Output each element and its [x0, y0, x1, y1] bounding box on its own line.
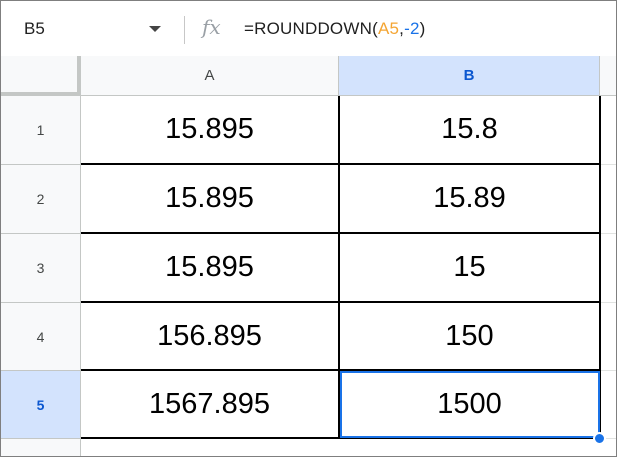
column-header-a[interactable]: A — [81, 56, 339, 96]
function-icon: fx — [202, 15, 221, 39]
cell-a5[interactable]: 1567.895 — [81, 371, 340, 439]
row-header-2[interactable]: 2 — [1, 165, 81, 234]
name-box[interactable]: B5 — [1, 1, 177, 56]
cell-a2[interactable]: 15.895 — [81, 165, 340, 234]
cell-c3[interactable] — [601, 234, 616, 303]
formula-suffix: ) — [419, 19, 426, 38]
formula-bar-divider — [184, 16, 185, 44]
name-box-value: B5 — [24, 19, 45, 38]
cell-b3[interactable]: 15 — [340, 234, 601, 303]
cell-c4[interactable] — [601, 303, 616, 371]
cell-c5[interactable] — [601, 371, 616, 439]
cell-c2[interactable] — [601, 165, 616, 234]
formula-prefix: =ROUNDDOWN( — [244, 19, 378, 38]
select-all-corner[interactable] — [1, 56, 81, 96]
spreadsheet-window: B5 fx =ROUNDDOWN(A5,-2) A B 1 15.895 15.… — [0, 0, 617, 457]
row-header-1[interactable]: 1 — [1, 96, 81, 165]
formula-number-argument: -2 — [404, 19, 420, 38]
row-header-6[interactable] — [1, 439, 81, 456]
cell-b4[interactable]: 150 — [340, 303, 601, 371]
cell-c1[interactable] — [601, 96, 616, 165]
chevron-down-icon[interactable] — [149, 26, 161, 32]
column-header-c[interactable] — [600, 56, 616, 96]
cell-b5[interactable]: 1500 — [340, 371, 601, 439]
column-header-b[interactable]: B — [339, 56, 600, 96]
row-header-4[interactable]: 4 — [1, 303, 81, 371]
cell-b1[interactable]: 15.8 — [340, 96, 601, 165]
formula-cell-reference: A5 — [377, 19, 400, 38]
fill-handle[interactable] — [593, 432, 606, 445]
cell-a4[interactable]: 156.895 — [81, 303, 340, 371]
row-header-3[interactable]: 3 — [1, 234, 81, 303]
formula-bar: B5 fx =ROUNDDOWN(A5,-2) — [1, 1, 616, 56]
row-header-5[interactable]: 5 — [1, 371, 81, 439]
sheet-grid: A B 1 15.895 15.8 2 15.895 15.89 3 15.89… — [1, 56, 616, 456]
cell-a3[interactable]: 15.895 — [81, 234, 340, 303]
formula-input[interactable]: =ROUNDDOWN(A5,-2) — [244, 19, 426, 39]
cell-b2[interactable]: 15.89 — [340, 165, 601, 234]
cell-a1[interactable]: 15.895 — [81, 96, 340, 165]
